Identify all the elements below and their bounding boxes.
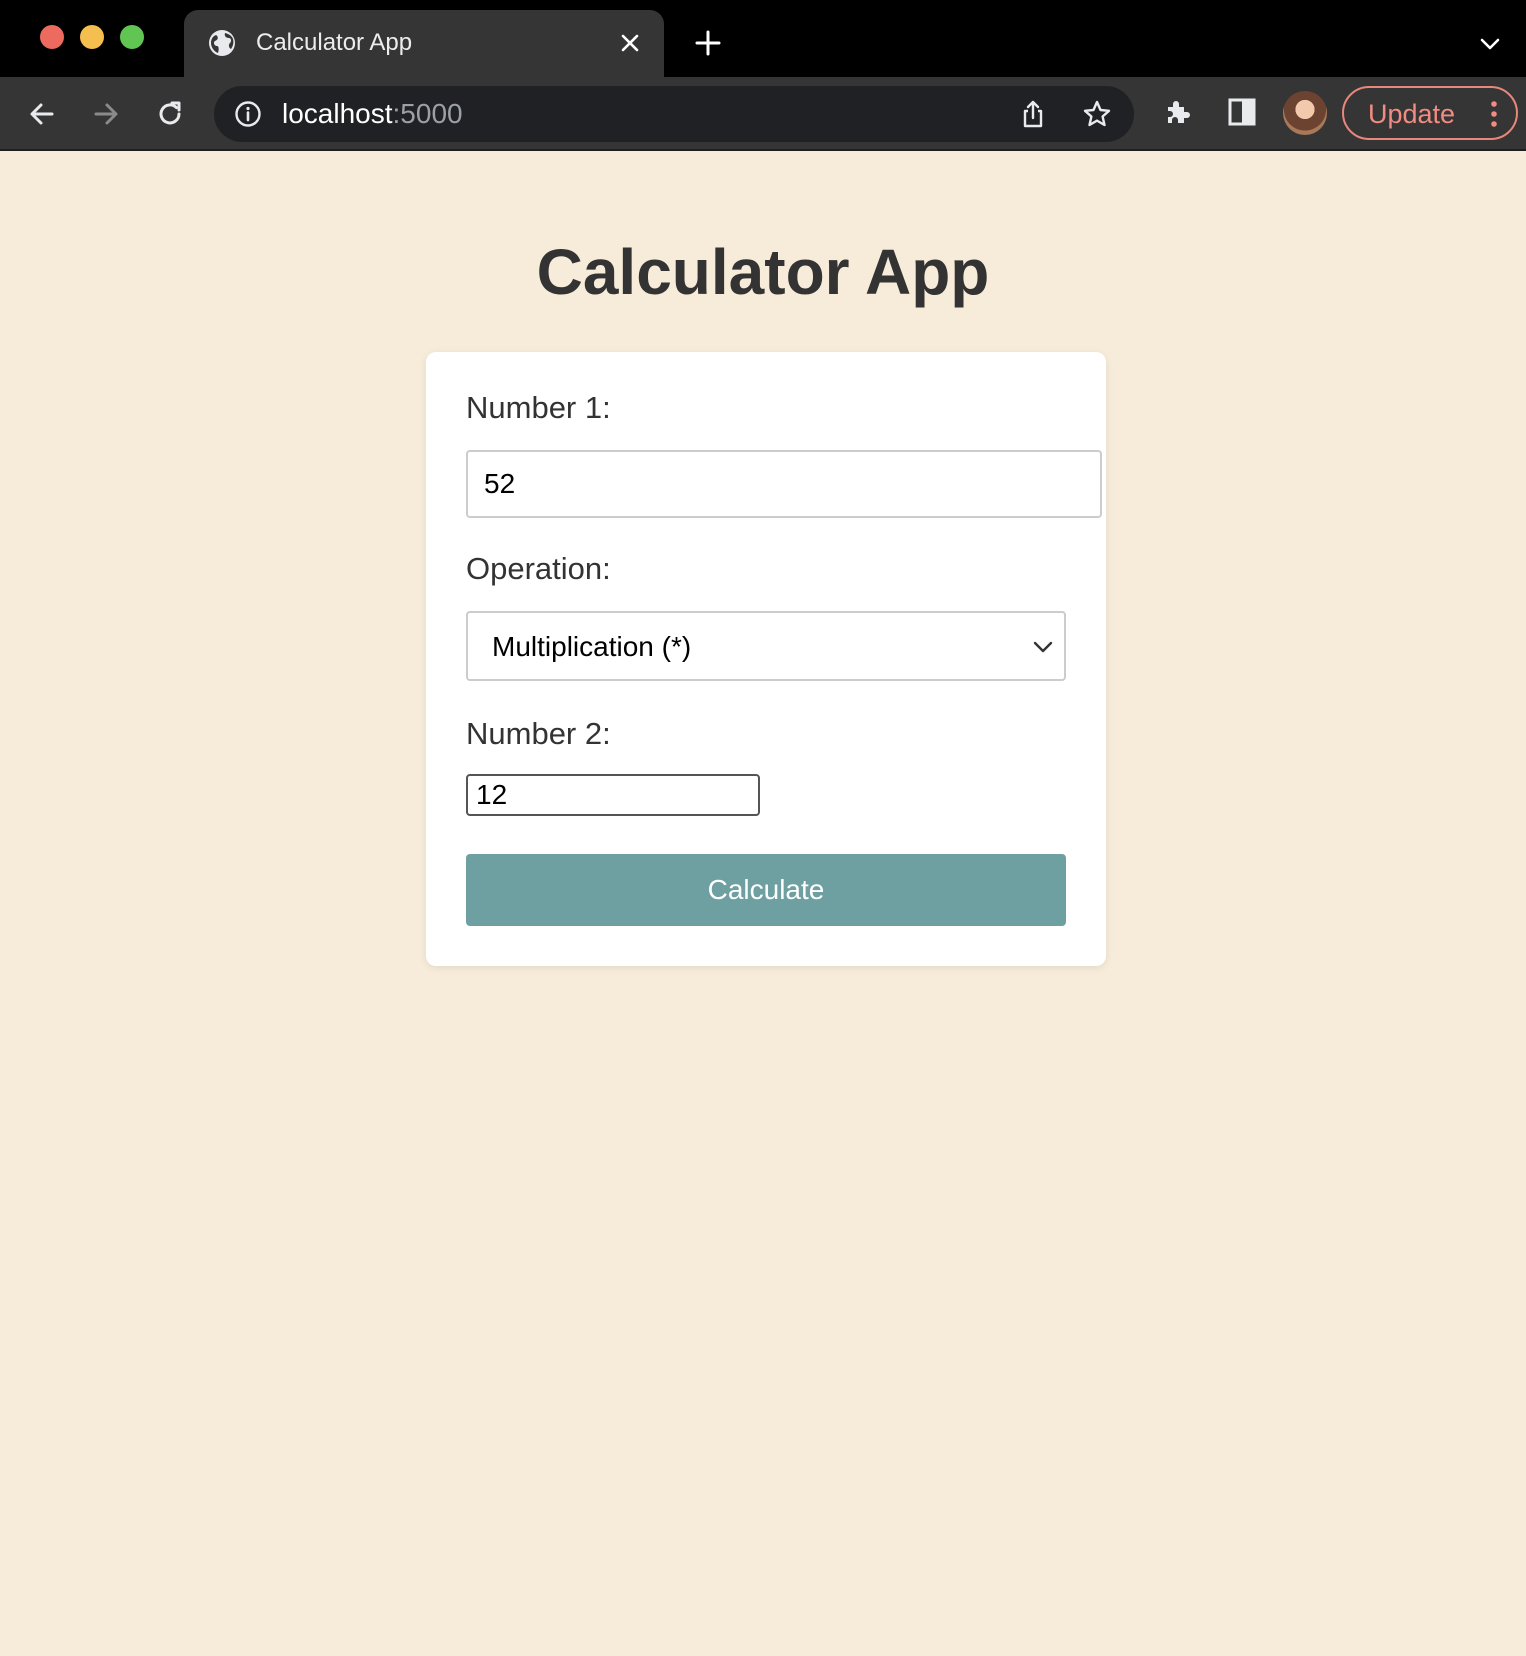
reload-icon[interactable] [154,98,186,130]
side-panel-icon[interactable] [1226,96,1258,128]
maximize-window-button[interactable] [120,25,144,49]
chevron-down-icon [1033,641,1053,653]
close-window-button[interactable] [40,25,64,49]
profile-avatar[interactable] [1283,91,1327,135]
share-icon[interactable] [1018,99,1048,129]
globe-icon [209,30,235,56]
info-icon[interactable] [234,100,262,128]
number1-input[interactable] [466,450,1102,518]
calculate-button[interactable]: Calculate [466,854,1066,926]
bookmark-star-icon[interactable] [1082,99,1112,129]
close-icon[interactable] [616,29,644,57]
new-tab-icon[interactable] [694,29,722,57]
page-title: Calculator App [536,236,990,308]
address-bar[interactable]: localhost:5000 [214,86,1134,142]
update-button[interactable]: Update [1342,86,1518,140]
browser-titlebar: Calculator App [0,0,1526,77]
operation-select[interactable]: Multiplication (*) [466,611,1066,681]
minimize-window-button[interactable] [80,25,104,49]
tab-title: Calculator App [256,29,413,56]
browser-tab[interactable]: Calculator App [184,10,664,77]
url-host: localhost [282,98,393,129]
number1-label: Number 1: [466,390,611,425]
url-text: localhost:5000 [282,98,463,130]
puzzle-extension-icon[interactable] [1162,96,1194,128]
more-menu-icon[interactable] [1482,99,1506,129]
forward-arrow-icon[interactable] [90,98,122,130]
page-content: Calculator App Number 1: Operation: Mult… [0,151,1526,1656]
number2-label: Number 2: [466,716,611,751]
operation-label: Operation: [466,551,611,586]
calculator-form: Number 1: Operation: Multiplication (*) … [426,352,1106,966]
operation-selected-value: Multiplication (*) [492,631,692,662]
back-arrow-icon[interactable] [26,98,58,130]
browser-toolbar: localhost:5000 Update [0,77,1526,151]
update-label: Update [1368,99,1456,129]
chevron-down-icon[interactable] [1478,34,1502,54]
number2-input[interactable] [466,774,760,816]
url-port: :5000 [392,98,463,129]
